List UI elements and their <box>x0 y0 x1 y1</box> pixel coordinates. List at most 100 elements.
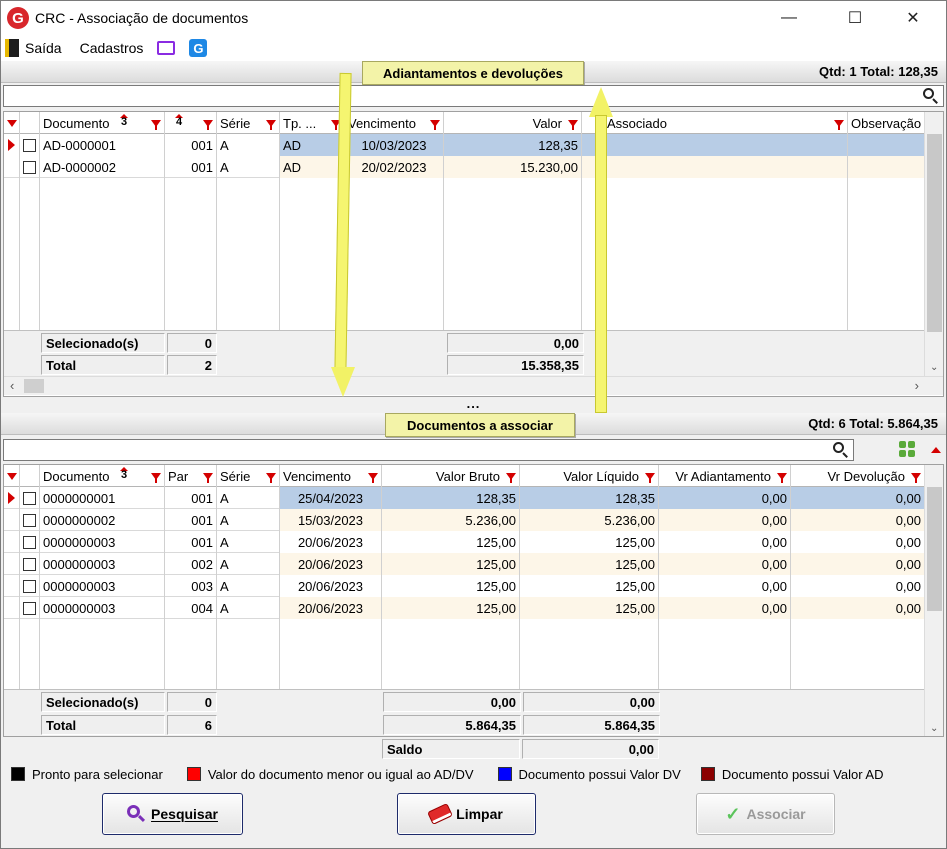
filter-icon[interactable] <box>368 472 378 483</box>
cell-parcela: 001 <box>165 134 217 156</box>
splitter-handle[interactable]: ... <box>1 396 946 411</box>
col-documento[interactable]: Documento 3 <box>40 465 165 487</box>
menu-registries[interactable]: Cadastros <box>80 40 144 56</box>
filter-icon[interactable] <box>645 472 655 483</box>
cell-vencimento: 15/03/2023 <box>280 509 382 531</box>
monitor-icon[interactable] <box>157 41 176 55</box>
scroll-thumb[interactable] <box>927 134 942 332</box>
filter-icon[interactable] <box>911 472 921 483</box>
table-row[interactable]: 0000000003 001 A 20/06/2023 125,00 125,00 0,00… <box>4 531 925 553</box>
scroll-down-icon[interactable]: ⌄ <box>930 723 938 734</box>
scroll-down-icon[interactable]: ⌄ <box>930 362 938 373</box>
cell-par: 001 <box>165 531 217 553</box>
cell-documento: AD-0000002 <box>40 156 165 178</box>
col-parcela[interactable]: 4 <box>165 112 217 134</box>
row-checkbox[interactable] <box>23 160 36 174</box>
row-checkbox[interactable] <box>23 491 36 505</box>
bottom-search-input[interactable] <box>3 439 854 461</box>
cell-observacao <box>848 134 925 156</box>
filter-icon[interactable] <box>151 119 161 130</box>
col-serie[interactable]: Série <box>217 465 280 487</box>
search-icon[interactable] <box>833 442 849 458</box>
col-vr-adiantamento[interactable]: Vr Adiantamento <box>659 465 791 487</box>
filter-icon[interactable] <box>777 472 787 483</box>
cell-tipo: AD <box>280 134 345 156</box>
table-row[interactable]: 0000000003 004 A 20/06/2023 125,00 125,00 0,00… <box>4 597 925 619</box>
close-button[interactable]: ✕ <box>890 1 936 35</box>
legend: Pronto para selecionar Valor do document… <box>1 763 946 785</box>
selected-label: Selecionado(s) <box>41 333 165 353</box>
top-summary: Selecionado(s) 0 0,00 Total 2 15.358,35 <box>4 330 925 376</box>
g-app-icon[interactable]: G <box>189 39 208 57</box>
filter-icon[interactable] <box>203 472 213 483</box>
row-checkbox[interactable] <box>23 601 36 615</box>
filter-icon[interactable] <box>266 119 276 130</box>
cell-documento: 0000000003 <box>40 597 165 619</box>
filter-icon[interactable] <box>834 119 844 130</box>
top-search-input[interactable] <box>3 85 944 107</box>
col-vencimento[interactable]: Vencimento <box>345 112 444 134</box>
col-tipo[interactable]: Tp. ... <box>280 112 345 134</box>
col-vencimento[interactable]: Vencimento <box>280 465 382 487</box>
expand-icon[interactable] <box>899 441 915 457</box>
col-observacao[interactable]: Observação <box>848 112 925 134</box>
row-checkbox[interactable] <box>23 557 36 571</box>
bottom-vertical-scrollbar[interactable]: ⌄ <box>924 465 943 736</box>
row-checkbox[interactable] <box>23 579 36 593</box>
table-row[interactable]: 0000000003 002 A 20/06/2023 125,00 125,00 0,00… <box>4 553 925 575</box>
row-checkbox[interactable] <box>23 138 36 152</box>
table-row[interactable]: AD-0000002 001 A AD 20/02/2023 15.230,00 <box>4 156 925 178</box>
col-serie[interactable]: Série <box>217 112 280 134</box>
saldo-label: Saldo <box>382 739 520 759</box>
top-horizontal-scrollbar[interactable]: ‹ › <box>4 376 943 395</box>
cell-valor-liquido: 128,35 <box>520 487 659 509</box>
saldo-row: Saldo 0,00 <box>3 738 944 760</box>
col-valor-bruto[interactable]: Valor Bruto <box>382 465 520 487</box>
menu-exit[interactable]: Saída <box>5 39 62 57</box>
table-row[interactable]: 0000000001 001 A 25/04/2023 128,35 128,35 0,00… <box>4 487 925 509</box>
associate-button[interactable]: ✓ Associar <box>696 793 835 835</box>
cell-valor-bruto: 128,35 <box>382 487 520 509</box>
filter-icon[interactable] <box>430 119 440 130</box>
filter-icon[interactable] <box>151 472 161 483</box>
top-section-header: Adiantamentos e devoluções Qtd: 1 Total:… <box>1 61 946 85</box>
cell-vencimento: 20/02/2023 <box>345 156 444 178</box>
cell-valor-bruto: 125,00 <box>382 531 520 553</box>
sort-badge: 3 <box>120 467 128 481</box>
col-vr-devolucao[interactable]: Vr Devolução <box>791 465 925 487</box>
table-row[interactable]: 0000000003 003 A 20/06/2023 125,00 125,00 0,00… <box>4 575 925 597</box>
row-checkbox[interactable] <box>23 513 36 527</box>
col-associado[interactable]: Associado <box>582 112 848 134</box>
filter-icon[interactable] <box>203 119 213 130</box>
scroll-thumb[interactable] <box>24 379 44 393</box>
top-vertical-scrollbar[interactable]: ⌄ <box>924 112 943 377</box>
filter-icon[interactable] <box>266 472 276 483</box>
legend-item: Documento possui Valor AD <box>721 766 884 782</box>
col-documento[interactable]: Documento 3 <box>40 112 165 134</box>
cell-serie: A <box>217 134 280 156</box>
filter-icon[interactable] <box>568 119 578 130</box>
search-icon[interactable] <box>923 88 939 104</box>
col-valor-liquido[interactable]: Valor Líquido <box>520 465 659 487</box>
cell-vencimento: 20/06/2023 <box>280 553 382 575</box>
filter-icon[interactable] <box>506 472 516 483</box>
scroll-thumb[interactable] <box>927 487 942 611</box>
clear-button[interactable]: Limpar <box>397 793 536 835</box>
col-par[interactable]: Par <box>165 465 217 487</box>
table-row[interactable]: 0000000002 001 A 15/03/2023 5.236,00 5.236,00… <box>4 509 925 531</box>
bottom-summary: Selecionado(s) 0 0,00 0,00 Total 6 5.864… <box>4 689 925 736</box>
table-row[interactable]: AD-0000001 001 A AD 10/03/2023 128,35 <box>4 134 925 156</box>
cell-vr-adiantamento: 0,00 <box>659 487 791 509</box>
header-indicator <box>4 112 20 134</box>
row-checkbox[interactable] <box>23 535 36 549</box>
search-button[interactable]: Pesquisar <box>102 793 243 835</box>
cell-vr-adiantamento: 0,00 <box>659 553 791 575</box>
minimize-button[interactable]: — <box>766 1 812 35</box>
top-grid-header: Documento 3 4 Série Tp. ... Vencimento V… <box>4 112 925 134</box>
col-valor[interactable]: Valor <box>444 112 582 134</box>
maximize-button[interactable]: ☐ <box>832 1 878 35</box>
scroll-right-icon[interactable]: › <box>915 378 919 393</box>
cell-serie: A <box>217 156 280 178</box>
scroll-left-icon[interactable]: ‹ <box>10 378 14 393</box>
collapse-arrow-icon[interactable] <box>931 447 941 453</box>
